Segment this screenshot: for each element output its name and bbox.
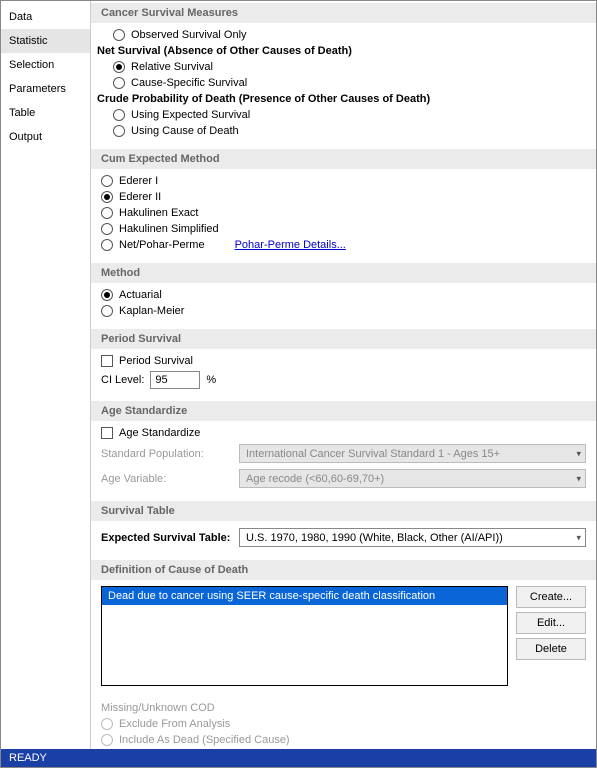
sidebar-item-parameters[interactable]: Parameters bbox=[1, 77, 90, 101]
label-hakulinen-exact: Hakulinen Exact bbox=[119, 207, 199, 219]
create-button[interactable]: Create... bbox=[516, 586, 586, 608]
input-ci-level[interactable] bbox=[150, 371, 200, 389]
radio-using-cod[interactable] bbox=[113, 125, 125, 137]
radio-observed-survival[interactable] bbox=[113, 29, 125, 41]
heading-crude-probability: Crude Probability of Death (Presence of … bbox=[97, 91, 586, 107]
label-observed: Observed Survival Only bbox=[131, 29, 247, 41]
section-age-standardize: Age Standardize bbox=[91, 401, 596, 421]
label-age-variable: Age Variable: bbox=[101, 473, 231, 485]
label-ederer1: Ederer I bbox=[119, 175, 158, 187]
radio-using-expected[interactable] bbox=[113, 109, 125, 121]
chevron-down-icon: ▾ bbox=[576, 532, 581, 543]
select-age-variable: Age recode (<60,60-69,70+)▾ bbox=[239, 469, 586, 488]
label-using-expected: Using Expected Survival bbox=[131, 109, 250, 121]
section-definition-cod: Definition of Cause of Death bbox=[91, 560, 596, 580]
list-item-cod[interactable]: Dead due to cancer using SEER cause-spec… bbox=[102, 587, 507, 605]
link-pohar-details[interactable]: Pohar-Perme Details... bbox=[235, 239, 346, 251]
label-expected-survival-table: Expected Survival Table: bbox=[101, 532, 231, 544]
status-bar: READY bbox=[1, 749, 596, 767]
section-cancer-survival-measures: Cancer Survival Measures bbox=[91, 3, 596, 23]
chevron-down-icon: ▾ bbox=[576, 448, 581, 459]
label-actuarial: Actuarial bbox=[119, 289, 162, 301]
label-cause-specific: Cause-Specific Survival bbox=[131, 77, 247, 89]
sidebar: Data Statistic Selection Parameters Tabl… bbox=[1, 1, 91, 749]
label-std-population: Standard Population: bbox=[101, 448, 231, 460]
sidebar-item-statistic[interactable]: Statistic bbox=[1, 29, 90, 53]
label-net-pohar: Net/Pohar-Perme bbox=[119, 239, 205, 251]
select-expected-survival-table[interactable]: U.S. 1970, 1980, 1990 (White, Black, Oth… bbox=[239, 528, 586, 547]
edit-button[interactable]: Edit... bbox=[516, 612, 586, 634]
label-dead-specified: Include As Dead (Specified Cause) bbox=[119, 734, 290, 746]
radio-ederer2[interactable] bbox=[101, 191, 113, 203]
label-relative: Relative Survival bbox=[131, 61, 213, 73]
radio-relative-survival[interactable] bbox=[113, 61, 125, 73]
heading-net-survival: Net Survival (Absence of Other Causes of… bbox=[97, 43, 586, 59]
radio-net-pohar[interactable] bbox=[101, 239, 113, 251]
sidebar-item-data[interactable]: Data bbox=[1, 5, 90, 29]
radio-cause-specific[interactable] bbox=[113, 77, 125, 89]
radio-ederer1[interactable] bbox=[101, 175, 113, 187]
section-cum-expected-method: Cum Expected Method bbox=[91, 149, 596, 169]
label-kaplan: Kaplan-Meier bbox=[119, 305, 184, 317]
label-period-survival: Period Survival bbox=[119, 355, 193, 367]
label-ci-level: CI Level: bbox=[101, 374, 144, 386]
radio-exclude-analysis bbox=[101, 718, 113, 730]
sidebar-item-output[interactable]: Output bbox=[1, 125, 90, 149]
radio-hakulinen-simplified[interactable] bbox=[101, 223, 113, 235]
sidebar-item-table[interactable]: Table bbox=[1, 101, 90, 125]
radio-kaplan-meier[interactable] bbox=[101, 305, 113, 317]
listbox-cod[interactable]: Dead due to cancer using SEER cause-spec… bbox=[101, 586, 508, 686]
checkbox-period-survival[interactable] bbox=[101, 355, 113, 367]
checkbox-age-standardize[interactable] bbox=[101, 427, 113, 439]
label-ci-suffix: % bbox=[206, 374, 216, 386]
content-panel: Cancer Survival Measures Observed Surviv… bbox=[91, 1, 596, 749]
label-ederer2: Ederer II bbox=[119, 191, 161, 203]
label-using-cod: Using Cause of Death bbox=[131, 125, 239, 137]
label-age-standardize: Age Standardize bbox=[119, 427, 200, 439]
label-hakulinen-simplified: Hakulinen Simplified bbox=[119, 223, 219, 235]
radio-actuarial[interactable] bbox=[101, 289, 113, 301]
radio-dead-specified bbox=[101, 734, 113, 746]
chevron-down-icon: ▾ bbox=[576, 473, 581, 484]
label-exclude: Exclude From Analysis bbox=[119, 718, 230, 730]
sidebar-item-selection[interactable]: Selection bbox=[1, 53, 90, 77]
heading-missing-cod: Missing/Unknown COD bbox=[101, 700, 586, 716]
radio-hakulinen-exact[interactable] bbox=[101, 207, 113, 219]
delete-button[interactable]: Delete bbox=[516, 638, 586, 660]
section-survival-table: Survival Table bbox=[91, 501, 596, 521]
select-std-population: International Cancer Survival Standard 1… bbox=[239, 444, 586, 463]
section-method: Method bbox=[91, 263, 596, 283]
section-period-survival: Period Survival bbox=[91, 329, 596, 349]
